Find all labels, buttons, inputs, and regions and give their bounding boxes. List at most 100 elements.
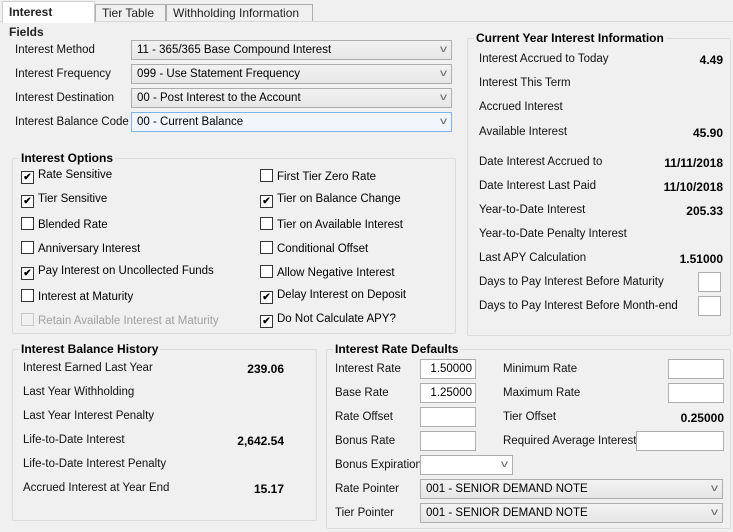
checkbox-label: Blended Rate — [38, 219, 108, 231]
minimum-rate-label: Minimum Rate — [503, 363, 578, 375]
checkbox-checked-icon: ✔ — [21, 195, 34, 208]
rate-pointer-select[interactable]: 001 - SENIOR DEMAND NOTE v — [420, 479, 723, 499]
chevron-down-icon: v — [440, 44, 447, 55]
interest-destination-value: 00 - Post Interest to the Account — [137, 92, 301, 104]
accrued-interest-at-year-end-value: 15.17 — [253, 482, 284, 496]
interest-frequency-select[interactable]: 099 - Use Statement Frequency v — [131, 64, 452, 84]
interest-frequency-value: 099 - Use Statement Frequency — [137, 68, 300, 80]
checkbox-unchecked-icon — [260, 217, 273, 230]
accrued-interest-at-year-end-label: Accrued Interest at Year End — [23, 482, 170, 494]
days-to-pay-interest-before-month-end-label: Days to Pay Interest Before Month-end — [479, 300, 678, 312]
maximum-rate-label: Maximum Rate — [503, 387, 581, 399]
checkbox-label: Allow Negative Interest — [277, 267, 395, 279]
checkbox-interest-at-maturity[interactable]: Interest at Maturity — [21, 289, 133, 303]
checkbox-unchecked-icon — [21, 289, 34, 302]
rate-offset-label: Rate Offset — [335, 411, 393, 423]
checkbox-blended-rate[interactable]: Blended Rate — [21, 217, 108, 231]
checkbox-label: Interest at Maturity — [38, 291, 134, 303]
checkbox-conditional-offset[interactable]: Conditional Offset — [260, 241, 368, 255]
bonus-rate-label: Bonus Rate — [335, 435, 396, 447]
checkbox-label: Retain Available Interest at Maturity — [38, 315, 219, 327]
date-interest-last-paid-label: Date Interest Last Paid — [479, 180, 596, 192]
interest-earned-last-year-value: 239.06 — [247, 362, 284, 376]
interest-rate-input[interactable]: 1.50000 — [420, 359, 476, 379]
rate-pointer-value: 001 - SENIOR DEMAND NOTE — [426, 483, 588, 495]
chevron-down-icon: v — [440, 68, 447, 79]
checkbox-do-not-calculate-apy[interactable]: ✔ Do Not Calculate APY? — [260, 313, 396, 328]
interest-balance-history-title: Interest Balance History — [19, 342, 161, 356]
rate-pointer-label: Rate Pointer — [335, 483, 399, 495]
checkbox-label: Rate Sensitive — [38, 169, 113, 181]
required-average-interest-input[interactable] — [636, 431, 724, 451]
checkbox-label: Conditional Offset — [277, 243, 369, 255]
checkbox-retain-available-interest-at-maturity: Retain Available Interest at Maturity — [21, 313, 219, 327]
interest-method-select[interactable]: 11 - 365/365 Base Compound Interest v — [131, 40, 452, 60]
checkbox-pay-interest-on-uncollected-funds[interactable]: ✔ Pay Interest on Uncollected Funds — [21, 265, 214, 280]
maximum-rate-input[interactable] — [668, 383, 724, 403]
year-to-date-penalty-interest-label: Year-to-Date Penalty Interest — [479, 228, 627, 240]
interest-destination-label: Interest Destination — [15, 92, 115, 104]
interest-balance-code-value: 00 - Current Balance — [137, 116, 244, 128]
interest-options-title: Interest Options — [19, 151, 116, 165]
life-to-date-interest-value: 2,642.54 — [237, 434, 284, 448]
checkbox-unchecked-icon — [21, 241, 34, 254]
chevron-down-icon: v — [440, 116, 447, 127]
interest-balance-code-label: Interest Balance Code — [15, 116, 129, 128]
checkbox-tier-on-available-interest[interactable]: Tier on Available Interest — [260, 217, 403, 231]
interest-rate-defaults-title: Interest Rate Defaults — [333, 342, 461, 356]
interest-frequency-label: Interest Frequency — [15, 68, 111, 80]
checkbox-label: First Tier Zero Rate — [277, 171, 377, 183]
chevron-down-icon: v — [711, 507, 718, 518]
interest-earned-last-year-label: Interest Earned Last Year — [23, 362, 153, 374]
checkbox-checked-icon: ✔ — [260, 195, 273, 208]
interest-balance-code-select[interactable]: 00 - Current Balance v — [131, 112, 452, 132]
base-rate-input[interactable]: 1.25000 — [420, 383, 476, 403]
tab-tier-table[interactable]: Tier Table — [95, 4, 166, 22]
checkbox-first-tier-zero-rate[interactable]: First Tier Zero Rate — [260, 169, 376, 183]
checkbox-label: Anniversary Interest — [38, 243, 141, 255]
checkbox-delay-interest-on-deposit[interactable]: ✔ Delay Interest on Deposit — [260, 289, 406, 304]
checkbox-anniversary-interest[interactable]: Anniversary Interest — [21, 241, 140, 255]
life-to-date-interest-label: Life-to-Date Interest — [23, 434, 125, 446]
interest-method-label: Interest Method — [15, 44, 95, 56]
days-to-pay-interest-before-month-end-input[interactable] — [698, 296, 721, 316]
bonus-expiration-label: Bonus Expiration — [335, 459, 422, 471]
tier-offset-value: 0.25000 — [680, 411, 724, 425]
interest-method-value: 11 - 365/365 Base Compound Interest — [137, 44, 332, 56]
checkbox-checked-icon: ✔ — [21, 171, 34, 184]
date-interest-accrued-to-value: 11/11/2018 — [664, 156, 723, 170]
interest-rate-label: Interest Rate — [335, 363, 401, 375]
tier-pointer-label: Tier Pointer — [335, 507, 395, 519]
bonus-rate-input[interactable] — [420, 431, 476, 451]
checkbox-label: Do Not Calculate APY? — [277, 313, 396, 325]
tab-interest-fields[interactable]: Interest Fields — [2, 1, 95, 39]
chevron-down-icon: v — [711, 483, 718, 494]
checkbox-allow-negative-interest[interactable]: Allow Negative Interest — [260, 265, 395, 279]
tab-withholding-information[interactable]: Withholding Information — [166, 4, 313, 22]
base-rate-label: Base Rate — [335, 387, 389, 399]
checkbox-checked-icon: ✔ — [260, 315, 273, 328]
interest-destination-select[interactable]: 00 - Post Interest to the Account v — [131, 88, 452, 108]
interest-accrued-to-today-label: Interest Accrued to Today — [479, 53, 609, 65]
required-average-interest-label: Required Average Interest — [503, 435, 637, 447]
bonus-expiration-select[interactable]: v — [420, 455, 513, 475]
minimum-rate-input[interactable] — [668, 359, 724, 379]
interest-accrued-to-today-value: 4.49 — [699, 53, 723, 67]
rate-offset-input[interactable] — [420, 407, 476, 427]
tab-strip: Interest Fields Tier Table Withholding I… — [0, 0, 733, 39]
available-interest-value: 45.90 — [692, 126, 723, 140]
days-to-pay-interest-before-maturity-input[interactable] — [698, 272, 721, 292]
checkbox-tier-sensitive[interactable]: ✔ Tier Sensitive — [21, 193, 107, 208]
chevron-down-icon: v — [440, 92, 447, 103]
tier-pointer-select[interactable]: 001 - SENIOR DEMAND NOTE v — [420, 503, 723, 523]
checkbox-checked-icon: ✔ — [21, 267, 34, 280]
checkbox-checked-icon: ✔ — [260, 291, 273, 304]
checkbox-label: Tier on Available Interest — [277, 219, 403, 231]
checkbox-tier-on-balance-change[interactable]: ✔ Tier on Balance Change — [260, 193, 401, 208]
checkbox-rate-sensitive[interactable]: ✔ Rate Sensitive — [21, 169, 112, 184]
checkbox-unchecked-icon — [21, 217, 34, 230]
checkbox-unchecked-icon — [21, 313, 34, 326]
date-interest-accrued-to-label: Date Interest Accrued to — [479, 156, 603, 168]
year-to-date-interest-label: Year-to-Date Interest — [479, 204, 586, 216]
checkbox-label: Tier on Balance Change — [277, 193, 401, 205]
